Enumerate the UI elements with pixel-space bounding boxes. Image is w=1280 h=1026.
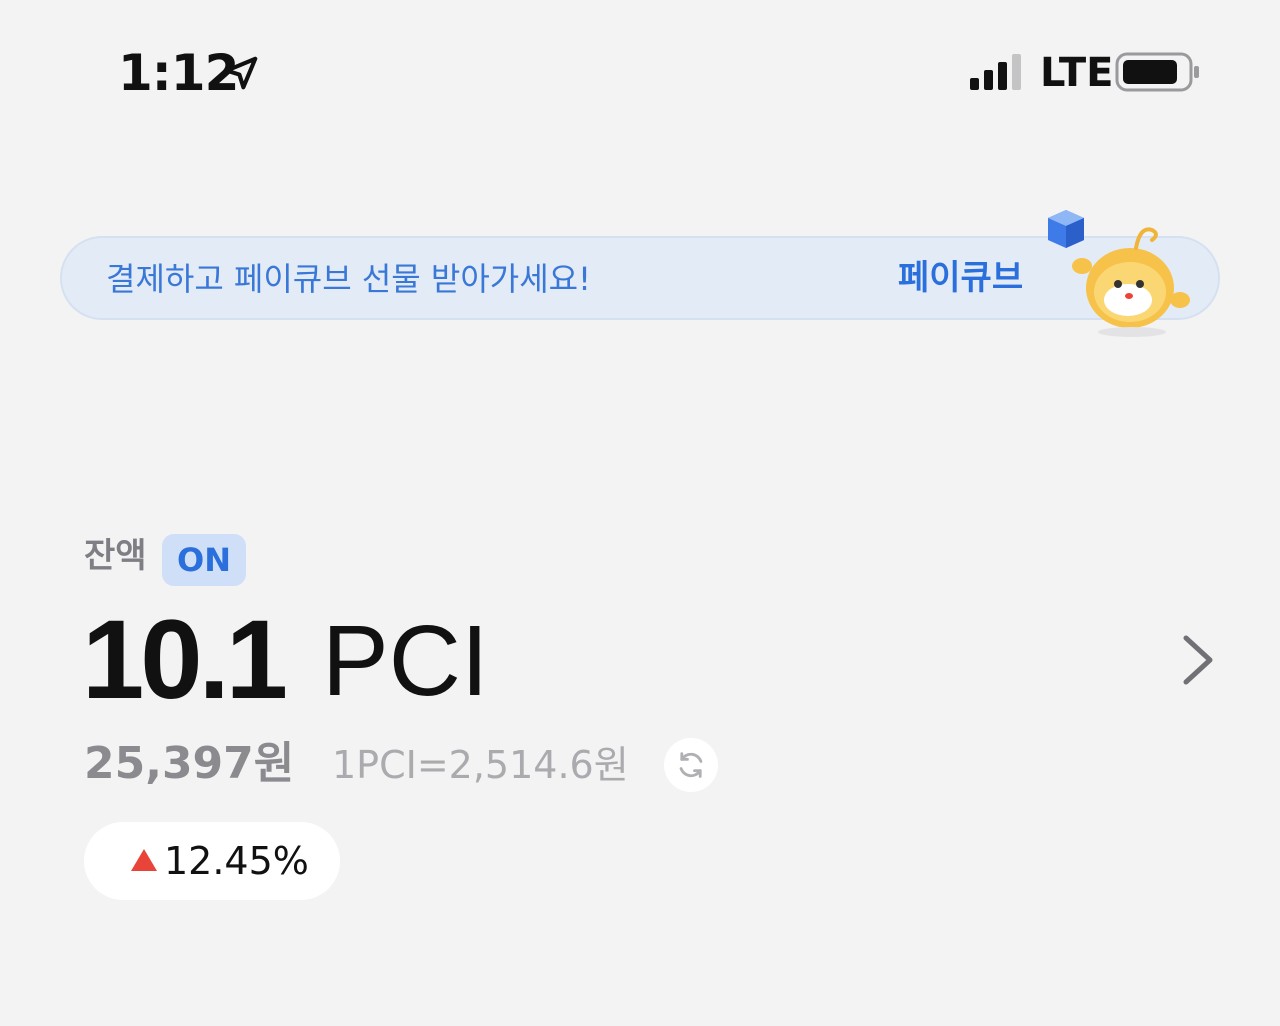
- balance-amount: 10.1: [82, 597, 288, 722]
- refresh-rate-button[interactable]: [664, 738, 718, 792]
- battery-icon: [1115, 52, 1199, 92]
- promo-message: 결제하고 페이큐브 선물 받아가세요!: [106, 260, 591, 298]
- promo-brand-link[interactable]: 페이큐브: [898, 258, 1023, 298]
- price-change-percent: 12.45%: [164, 839, 309, 883]
- cube-mascot-illustration: [1048, 210, 1190, 337]
- status-time: 1:12: [118, 44, 239, 102]
- balance-label: 잔액: [84, 536, 147, 576]
- balance-on-badge[interactable]: ON: [162, 534, 246, 586]
- wallet-screen: 1:12 LTE 결제하고 페이큐브 선물 받아가세요! 페이큐브 잔액 ON …: [0, 0, 1280, 1026]
- price-change-pill: 12.45%: [84, 822, 340, 900]
- triangle-up-icon: [131, 849, 157, 871]
- network-type: LTE: [1040, 50, 1114, 96]
- balance-unit: PCI: [322, 605, 489, 717]
- exchange-rate: 1PCI=2,514.6원: [332, 743, 629, 787]
- location-arrow-icon: [224, 56, 258, 90]
- signal-bars-icon: [970, 54, 1021, 90]
- chevron-right-icon[interactable]: [1176, 632, 1220, 688]
- refresh-icon: [679, 752, 703, 778]
- balance-krw-value: 25,397원: [84, 738, 295, 789]
